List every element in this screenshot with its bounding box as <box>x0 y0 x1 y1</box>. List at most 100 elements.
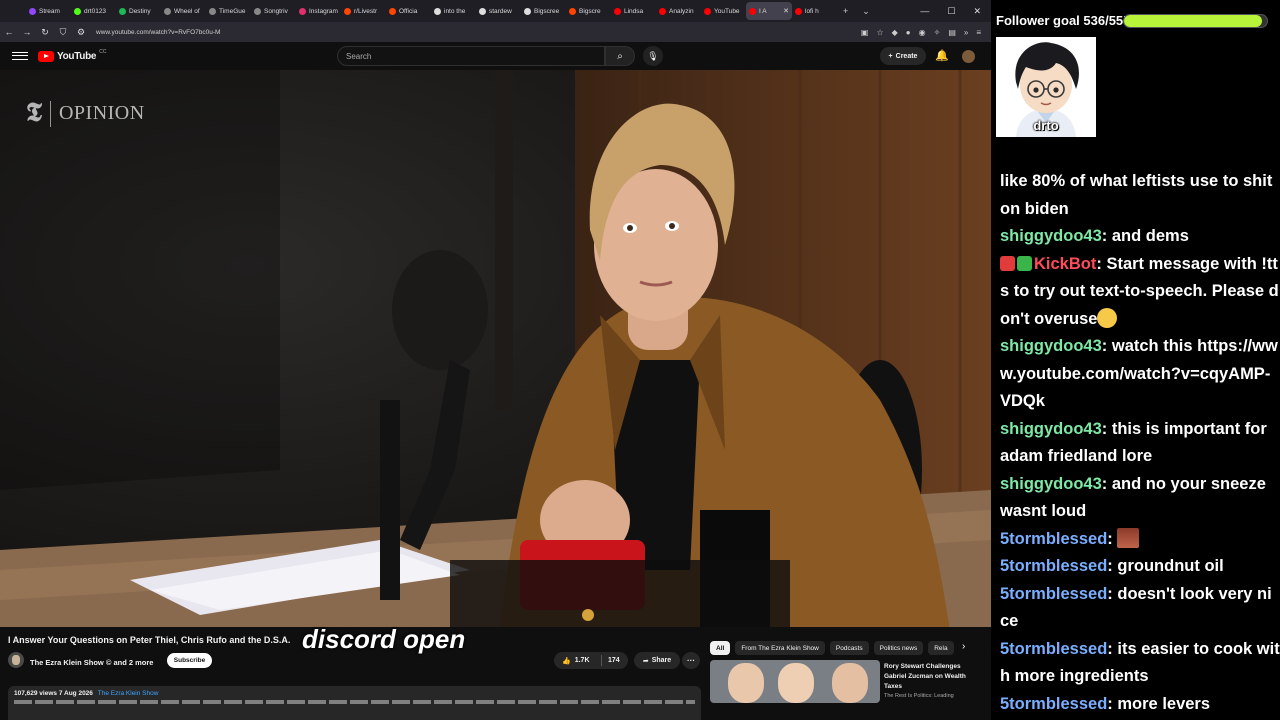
chat-username[interactable]: 5tormblessed <box>1000 530 1107 548</box>
shield-icon[interactable]: ⛉ <box>54 27 72 38</box>
filter-chip[interactable]: From The Ezra Klein Show <box>735 641 825 655</box>
reload-icon[interactable]: ↻ <box>36 27 54 38</box>
url-text: www.youtube.com/watch?v=RvFO7bc0u-M <box>96 28 221 36</box>
notifications-bell-icon[interactable]: 🔔 <box>935 49 949 62</box>
tab-label: Bigscre <box>579 7 601 15</box>
youtube-logo[interactable]: YouTube CC <box>38 49 106 62</box>
chat-username[interactable]: 5tormblessed <box>1000 585 1107 603</box>
back-icon[interactable]: ← <box>0 27 18 37</box>
extension-icon[interactable]: ● <box>906 28 911 37</box>
tab-label: YouTube <box>714 7 740 15</box>
subscribe-button[interactable]: Subscribe <box>167 653 212 668</box>
browser-tab[interactable]: r/Livestr <box>341 2 386 20</box>
channel-name[interactable]: The Ezra Klein Show © and 2 more <box>30 658 153 667</box>
chat-separator: : <box>1101 474 1112 493</box>
recommended-thumbnail[interactable] <box>710 660 880 703</box>
puzzle-icon[interactable]: ✧ <box>934 28 941 37</box>
chat-separator: : <box>1101 419 1112 438</box>
filter-chip[interactable]: Politics news <box>873 641 924 655</box>
browser-tab[interactable]: I A ✕ <box>746 2 792 20</box>
hashtag-link[interactable]: The Ezra Klein Show <box>98 690 159 697</box>
browser-tab[interactable]: Lindsa <box>611 2 656 20</box>
chat-separator: : <box>1107 584 1118 603</box>
account-avatar[interactable] <box>962 50 975 63</box>
search-button[interactable]: ⌕ <box>605 46 635 66</box>
chat-username[interactable]: 5tormblessed <box>1000 557 1107 575</box>
hamburger-menu-icon[interactable] <box>12 52 28 60</box>
tab-favicon-icon <box>524 7 531 15</box>
follower-goal-bar <box>1123 14 1268 28</box>
browser-tab[interactable]: Bigscre <box>566 2 611 20</box>
video-player[interactable]: 𝕿 OPINION <box>0 70 991 627</box>
filter-chip[interactable]: All <box>710 641 731 655</box>
search-icon: ⌕ <box>617 50 623 62</box>
extension-icon[interactable]: ◆ <box>892 28 898 37</box>
tab-label: lofi h <box>805 7 819 15</box>
url-bar[interactable]: www.youtube.com/watch?v=RvFO7bc0u-M <box>90 25 861 39</box>
recommended-title[interactable]: Rory Stewart Challenges Gabriel Zucman o… <box>884 662 984 692</box>
browser-tab[interactable]: stardew <box>476 2 521 20</box>
browser-tab[interactable]: Bigscree <box>521 2 566 20</box>
description-box[interactable]: 107,629 views 7 Aug 2026 The Ezra Klein … <box>8 686 701 720</box>
more-actions-button[interactable]: ··· <box>682 652 700 669</box>
chat-username[interactable]: 5tormblessed <box>1000 695 1107 713</box>
bookmark-star-icon[interactable]: ☆ <box>876 28 883 37</box>
forward-icon[interactable]: → <box>18 27 36 37</box>
browser-tab[interactable]: drt0123 <box>71 2 116 20</box>
youtube-header: YouTube CC Search ⌕ 🎙 + Create 🔔 <box>0 42 991 70</box>
extension-icon[interactable]: ◉ <box>919 28 926 37</box>
create-button[interactable]: + Create <box>880 47 926 65</box>
close-window-icon[interactable]: ✕ <box>973 6 981 17</box>
chevron-right-icon[interactable]: › <box>962 641 965 652</box>
share-button[interactable]: ➦ Share <box>634 652 680 669</box>
close-tab-icon[interactable]: ✕ <box>783 7 789 15</box>
tab-label: Stream <box>39 7 60 15</box>
tab-list-icon[interactable]: ⌄ <box>862 6 870 17</box>
thumb-face <box>778 663 814 703</box>
reader-icon[interactable]: ▣ <box>861 28 869 37</box>
like-dislike-group: 👍 1.7K 174 <box>554 652 628 669</box>
extension-icon[interactable]: ▤ <box>948 28 956 37</box>
browser-tab[interactable]: TimeGue <box>206 2 251 20</box>
dislike-button[interactable]: 174 <box>602 657 620 664</box>
browser-tab[interactable]: Analyzin <box>656 2 701 20</box>
voice-search-button[interactable]: 🎙 <box>643 46 663 66</box>
menu-icon[interactable]: ≡ <box>976 28 981 37</box>
channel-avatar[interactable] <box>8 652 24 668</box>
chat-username[interactable]: shiggydoo43 <box>1000 227 1102 245</box>
like-button[interactable]: 👍 1.7K <box>554 655 602 666</box>
chat-emote-icon <box>1117 527 1140 548</box>
browser-window: Stream drt0123 Destiny Wheel of TimeGue Songt… <box>0 0 991 720</box>
minimize-icon[interactable]: — <box>920 6 929 16</box>
search-input[interactable]: Search <box>337 46 605 66</box>
browser-tab[interactable]: lofi h <box>792 2 837 20</box>
tab-favicon-icon <box>389 7 396 15</box>
browser-tab[interactable]: YouTube <box>701 2 746 20</box>
filter-chip[interactable]: Rela <box>928 641 954 655</box>
maximize-icon[interactable]: ☐ <box>947 6 955 17</box>
browser-tab[interactable]: Wheel of <box>161 2 206 20</box>
browser-tab[interactable]: Instagram <box>296 2 341 20</box>
browser-tab[interactable]: Destiny <box>116 2 161 20</box>
browser-tab[interactable]: into the <box>431 2 476 20</box>
permissions-icon[interactable]: ⚙ <box>72 27 90 38</box>
overflow-icon[interactable]: » <box>964 28 968 37</box>
chat-username[interactable]: shiggydoo43 <box>1000 337 1102 355</box>
browser-tab[interactable]: Officia <box>386 2 431 20</box>
chat-username[interactable]: 5tormblessed <box>1000 640 1107 658</box>
chat-message: KickBot: Start message with !tts to try … <box>1000 251 1280 334</box>
new-tab-icon[interactable]: + <box>843 6 848 17</box>
browser-tab[interactable]: Stream <box>26 2 71 20</box>
chat-username[interactable]: shiggydoo43 <box>1000 475 1102 493</box>
browser-tab[interactable]: Songtriv <box>251 2 296 20</box>
chat-message: 5tormblessed: <box>1000 526 1280 554</box>
chat-username[interactable]: shiggydoo43 <box>1000 420 1102 438</box>
create-label: Create <box>895 52 918 60</box>
tab-favicon-icon <box>704 7 711 15</box>
filter-chip[interactable]: Podcasts <box>829 641 869 655</box>
chat-username[interactable]: KickBot <box>1034 255 1096 273</box>
chat-text: more levers <box>1117 694 1211 713</box>
dislike-count: 174 <box>608 657 620 664</box>
chat-separator: : <box>1107 557 1118 575</box>
tab-favicon-icon <box>209 7 216 15</box>
